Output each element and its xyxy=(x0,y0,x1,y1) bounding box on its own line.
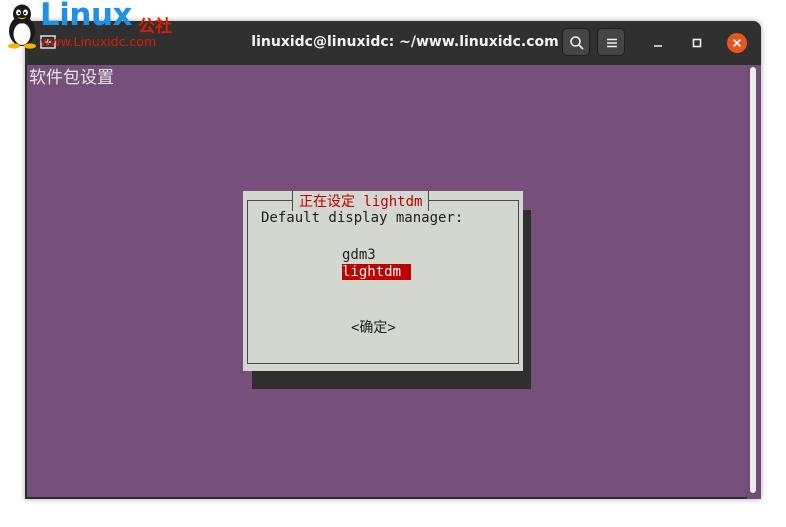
watermark-logo: Linux 公社 www.Linuxidc.com xyxy=(4,0,184,49)
menu-button[interactable] xyxy=(597,28,625,56)
dialog-title: 正在设定 lightdm xyxy=(292,191,430,211)
terminal-area[interactable]: 软件包设置 正在设定 lightdm Default display manag… xyxy=(27,65,747,497)
config-dialog: 正在设定 lightdm Default display manager: gd… xyxy=(243,191,523,371)
option-lightdm-selected[interactable]: lightdm xyxy=(342,264,412,280)
watermark-brand: Linux xyxy=(40,0,133,33)
hamburger-menu-icon xyxy=(607,38,617,48)
search-icon xyxy=(570,36,584,50)
minimize-button[interactable] xyxy=(648,33,668,53)
scrollbar[interactable] xyxy=(747,65,761,499)
close-icon xyxy=(732,38,742,48)
ok-button[interactable]: <确定> xyxy=(351,317,396,337)
scrollbar-thumb[interactable] xyxy=(750,67,756,493)
maximize-icon xyxy=(692,38,702,48)
close-button[interactable] xyxy=(727,33,747,53)
option-gdm3[interactable]: gdm3 xyxy=(342,247,376,263)
backtitle: 软件包设置 xyxy=(29,68,114,88)
watermark-url: www.Linuxidc.com xyxy=(40,34,157,49)
dialog-prompt: Default display manager: xyxy=(261,210,464,226)
minimize-icon xyxy=(654,45,662,47)
tux-penguin-icon xyxy=(8,4,36,49)
terminal-window: linuxidc@linuxidc: ~/www.linuxidc.com 软件… xyxy=(25,21,761,499)
window-title: linuxidc@linuxidc: ~/www.linuxidc.com xyxy=(251,34,559,50)
search-button[interactable] xyxy=(562,28,590,56)
maximize-button[interactable] xyxy=(687,33,707,53)
